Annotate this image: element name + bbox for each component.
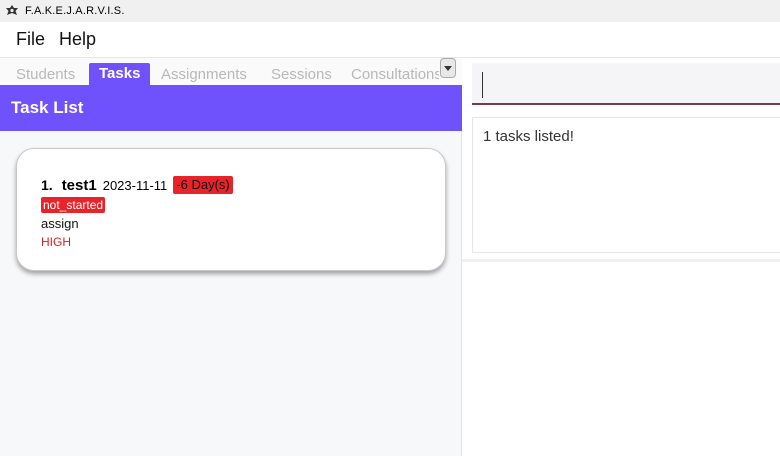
- task-index: 1.: [41, 177, 53, 193]
- tab-sessions[interactable]: Sessions: [271, 64, 332, 85]
- due-badge: -6 Day(s): [173, 176, 233, 194]
- task-list-header: Task List: [0, 85, 462, 131]
- title-bar: F.A.K.E.J.A.R.V.I.S.: [0, 0, 780, 22]
- menu-help[interactable]: Help: [45, 29, 96, 50]
- text-caret: [482, 72, 483, 98]
- tab-consultations[interactable]: Consultations: [351, 64, 439, 85]
- tab-bar: Students Tasks Assignments Sessions Cons…: [0, 58, 462, 85]
- pane-divider: [462, 259, 780, 262]
- result-display: 1 tasks listed!: [472, 117, 780, 253]
- tab-tasks[interactable]: Tasks: [89, 63, 151, 85]
- status-badge: not_started: [41, 197, 106, 213]
- window-title: F.A.K.E.J.A.R.V.I.S.: [25, 5, 125, 17]
- result-message: 1 tasks listed!: [483, 128, 574, 145]
- tab-overflow-button[interactable]: [440, 58, 456, 78]
- right-pane: 1 tasks listed!: [462, 58, 780, 456]
- leaf-icon: [4, 3, 20, 19]
- tab-assignments[interactable]: Assignments: [161, 64, 247, 85]
- task-assignment: assign: [41, 216, 79, 231]
- command-input[interactable]: [472, 63, 780, 105]
- task-header-row: 1. test1 2023-11-11 -6 Day(s): [41, 175, 233, 195]
- tab-students[interactable]: Students: [16, 64, 75, 85]
- task-date: 2023-11-11: [102, 177, 168, 193]
- chevron-down-icon: [444, 65, 452, 71]
- task-card[interactable]: 1. test1 2023-11-11 -6 Day(s) not_starte…: [16, 148, 446, 271]
- menu-file[interactable]: File: [0, 29, 45, 50]
- task-priority: HIGH: [41, 235, 71, 249]
- left-pane: Students Tasks Assignments Sessions Cons…: [0, 58, 462, 456]
- task-name: test1: [61, 176, 97, 194]
- task-list-title: Task List: [11, 98, 84, 117]
- menu-bar: File Help: [0, 22, 780, 58]
